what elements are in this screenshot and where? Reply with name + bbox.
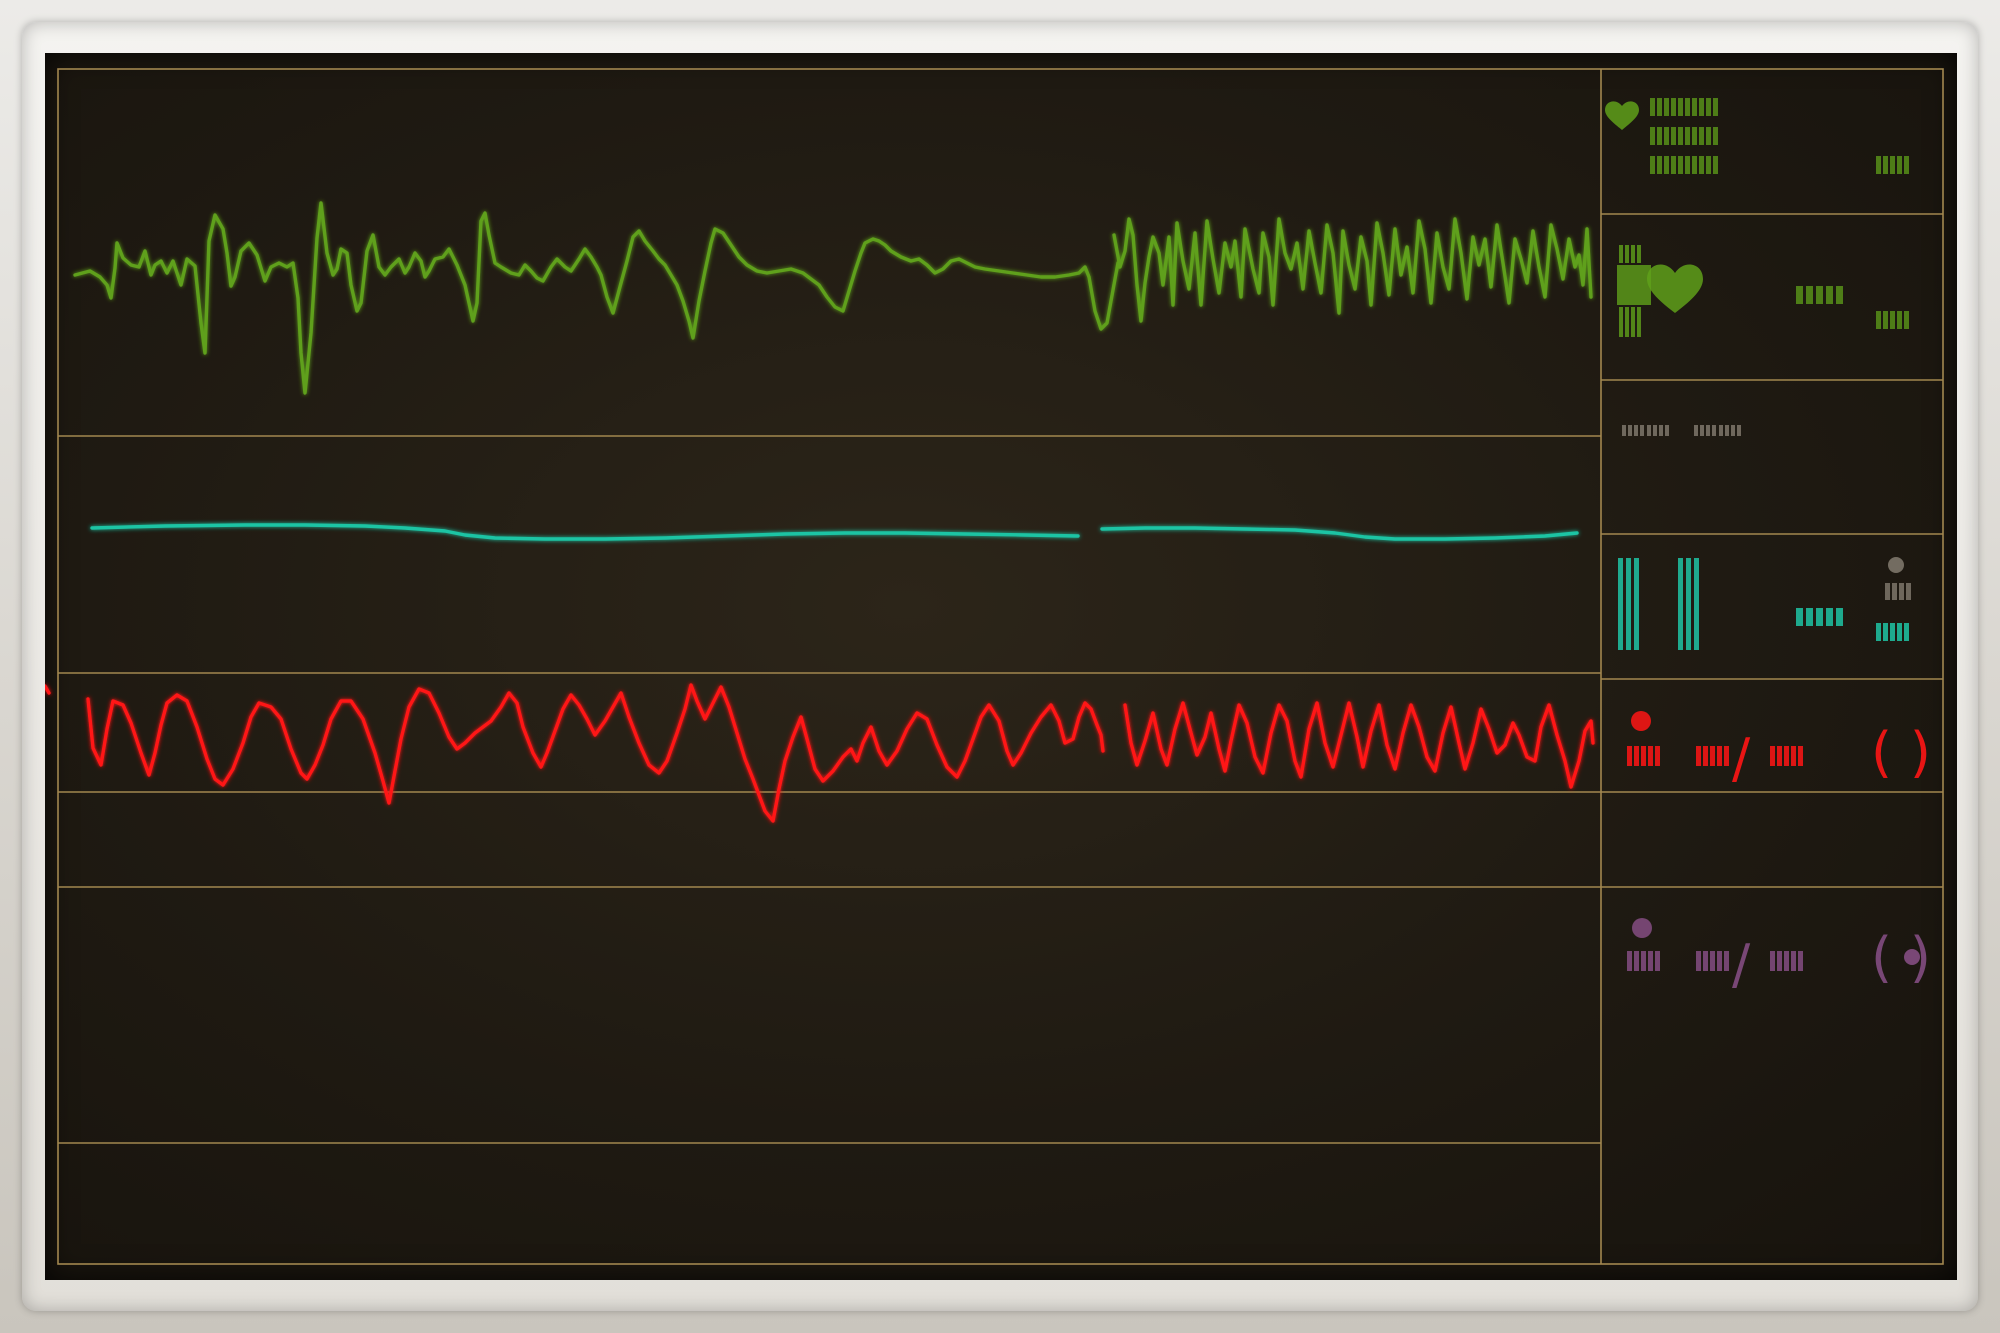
abp-waveform-left: [45, 683, 1105, 823]
ecg-waveform-left: [73, 201, 1120, 395]
heart-rate-panel: [1605, 98, 1909, 174]
spo2-placeholder-values: [1796, 608, 1909, 641]
nibp-paren-open: (: [1871, 926, 1892, 989]
nibp-paren-close: ): [1910, 926, 1931, 989]
ecg-placeholder-rows: [1650, 98, 1909, 174]
monitor-display: / ( ) / ( ): [45, 68, 1944, 1265]
abp-paren-close: ): [1910, 721, 1931, 784]
ecg-waveform-right: [1112, 217, 1593, 323]
abp-paren-open: (: [1871, 721, 1892, 784]
spo2-waveform-left: [90, 523, 1080, 541]
spo2-panel: [1618, 557, 1911, 650]
nibp-placeholder-values: [1627, 951, 1803, 971]
dot-icon: [1631, 711, 1651, 731]
heart-icon: [1605, 101, 1639, 130]
nibp-panel: / ( ): [1627, 918, 1931, 996]
pulse-bar-icon: [1617, 245, 1651, 337]
dot-icon: [1888, 557, 1904, 573]
abp-panel: / ( ): [1627, 711, 1931, 790]
abp-slash: /: [1732, 727, 1751, 790]
abp-placeholder-values: [1627, 746, 1803, 766]
monitor-screen: / ( ) / ( ): [45, 53, 1957, 1280]
abp-waveform-right: [1123, 701, 1595, 789]
info-placeholder-rows: [1622, 425, 1741, 436]
dot-icon: [1632, 918, 1652, 938]
spo2-waveform-right: [1100, 526, 1579, 541]
nibp-slash: /: [1732, 933, 1751, 996]
pulse-panel: [1617, 245, 1909, 337]
spo2-gray-placeholder: [1885, 583, 1911, 600]
heart-icon: [1647, 264, 1703, 313]
spo2-bar-icon: [1618, 558, 1699, 650]
pulse-placeholder-values: [1796, 286, 1909, 329]
